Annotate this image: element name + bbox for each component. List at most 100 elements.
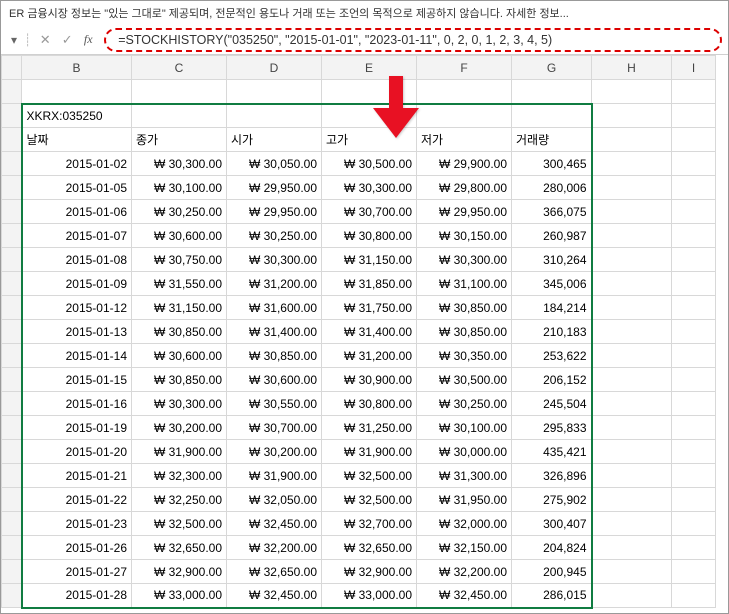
cell[interactable] <box>592 176 672 200</box>
ticker-cell[interactable]: XKRX:035250 <box>22 104 132 128</box>
cell[interactable] <box>417 80 512 104</box>
cell-date[interactable]: 2015-01-09 <box>22 272 132 296</box>
table-row[interactable]: 2015-01-23₩ 32,500.00₩ 32,450.00₩ 32,700… <box>2 512 716 536</box>
cell[interactable] <box>592 392 672 416</box>
cell-open[interactable]: ₩ 32,650.00 <box>227 560 322 584</box>
cell[interactable] <box>592 584 672 608</box>
table-row[interactable]: 2015-01-13₩ 30,850.00₩ 31,400.00₩ 31,400… <box>2 320 716 344</box>
cell-high[interactable]: ₩ 30,300.00 <box>322 176 417 200</box>
cell-low[interactable]: ₩ 29,800.00 <box>417 176 512 200</box>
cell-open[interactable]: ₩ 32,450.00 <box>227 584 322 608</box>
cell-high[interactable]: ₩ 31,750.00 <box>322 296 417 320</box>
cell-date[interactable]: 2015-01-14 <box>22 344 132 368</box>
cell-volume[interactable]: 204,824 <box>512 536 592 560</box>
cell-low[interactable]: ₩ 30,500.00 <box>417 368 512 392</box>
cell[interactable] <box>672 584 716 608</box>
cell[interactable] <box>672 104 716 128</box>
cell-date[interactable]: 2015-01-05 <box>22 176 132 200</box>
cell-low[interactable]: ₩ 31,950.00 <box>417 488 512 512</box>
cell-high[interactable]: ₩ 31,250.00 <box>322 416 417 440</box>
cell-volume[interactable]: 245,504 <box>512 392 592 416</box>
cell-volume[interactable]: 253,622 <box>512 344 592 368</box>
cell[interactable] <box>132 104 227 128</box>
cell-open[interactable]: ₩ 30,200.00 <box>227 440 322 464</box>
cell-high[interactable]: ₩ 32,700.00 <box>322 512 417 536</box>
cell[interactable] <box>672 80 716 104</box>
table-row[interactable]: 2015-01-21₩ 32,300.00₩ 31,900.00₩ 32,500… <box>2 464 716 488</box>
cell-close[interactable]: ₩ 30,300.00 <box>132 392 227 416</box>
cell-close[interactable]: ₩ 31,900.00 <box>132 440 227 464</box>
cell-open[interactable]: ₩ 29,950.00 <box>227 176 322 200</box>
cell-close[interactable]: ₩ 32,500.00 <box>132 512 227 536</box>
table-row[interactable]: 2015-01-28₩ 33,000.00₩ 32,450.00₩ 33,000… <box>2 584 716 608</box>
column-header-row[interactable]: B C D E F G H I <box>2 56 716 80</box>
row-header[interactable] <box>2 176 22 200</box>
table-row[interactable]: 2015-01-07₩ 30,600.00₩ 30,250.00₩ 30,800… <box>2 224 716 248</box>
cell-open[interactable]: ₩ 30,300.00 <box>227 248 322 272</box>
cell-date[interactable]: 2015-01-23 <box>22 512 132 536</box>
cell[interactable] <box>227 104 322 128</box>
cell-date[interactable]: 2015-01-19 <box>22 416 132 440</box>
cell-date[interactable]: 2015-01-28 <box>22 584 132 608</box>
row-header[interactable] <box>2 464 22 488</box>
cell-close[interactable]: ₩ 32,900.00 <box>132 560 227 584</box>
cell[interactable] <box>672 536 716 560</box>
header-volume[interactable]: 거래량 <box>512 128 592 152</box>
cell-close[interactable]: ₩ 33,000.00 <box>132 584 227 608</box>
cell[interactable] <box>672 176 716 200</box>
cell-open[interactable]: ₩ 32,200.00 <box>227 536 322 560</box>
table-row[interactable]: 2015-01-02₩ 30,300.00₩ 30,050.00₩ 30,500… <box>2 152 716 176</box>
cell[interactable] <box>672 224 716 248</box>
cell-close[interactable]: ₩ 30,600.00 <box>132 344 227 368</box>
cell-close[interactable]: ₩ 32,650.00 <box>132 536 227 560</box>
cell-low[interactable]: ₩ 30,150.00 <box>417 224 512 248</box>
cell-close[interactable]: ₩ 30,300.00 <box>132 152 227 176</box>
cell-close[interactable]: ₩ 30,200.00 <box>132 416 227 440</box>
cell-close[interactable]: ₩ 31,150.00 <box>132 296 227 320</box>
cell-close[interactable]: ₩ 30,600.00 <box>132 224 227 248</box>
select-all-corner[interactable] <box>2 56 22 80</box>
table-row[interactable]: 2015-01-15₩ 30,850.00₩ 30,600.00₩ 30,900… <box>2 368 716 392</box>
cell-low[interactable]: ₩ 31,300.00 <box>417 464 512 488</box>
row-header[interactable] <box>2 224 22 248</box>
col-header[interactable]: B <box>22 56 132 80</box>
cell-low[interactable]: ₩ 30,250.00 <box>417 392 512 416</box>
cell[interactable] <box>592 152 672 176</box>
cell[interactable] <box>672 344 716 368</box>
row-header[interactable] <box>2 80 22 104</box>
cell-high[interactable]: ₩ 32,500.00 <box>322 488 417 512</box>
row-header[interactable] <box>2 536 22 560</box>
cell-open[interactable]: ₩ 31,600.00 <box>227 296 322 320</box>
cell-volume[interactable]: 260,987 <box>512 224 592 248</box>
cell[interactable] <box>672 440 716 464</box>
cell[interactable] <box>672 416 716 440</box>
cell[interactable] <box>592 440 672 464</box>
cell[interactable] <box>512 80 592 104</box>
cell-high[interactable]: ₩ 32,900.00 <box>322 560 417 584</box>
cell[interactable] <box>672 248 716 272</box>
cell-date[interactable]: 2015-01-06 <box>22 200 132 224</box>
cell-date[interactable]: 2015-01-16 <box>22 392 132 416</box>
cell[interactable] <box>672 200 716 224</box>
row-header[interactable] <box>2 416 22 440</box>
col-header[interactable]: C <box>132 56 227 80</box>
header-close[interactable]: 종가 <box>132 128 227 152</box>
row-header[interactable] <box>2 320 22 344</box>
row-header[interactable] <box>2 128 22 152</box>
cell-volume[interactable]: 184,214 <box>512 296 592 320</box>
cell-open[interactable]: ₩ 30,600.00 <box>227 368 322 392</box>
cell-high[interactable]: ₩ 31,150.00 <box>322 248 417 272</box>
cell-volume[interactable]: 326,896 <box>512 464 592 488</box>
cell-close[interactable]: ₩ 30,100.00 <box>132 176 227 200</box>
cell-volume[interactable]: 200,945 <box>512 560 592 584</box>
cell-date[interactable]: 2015-01-08 <box>22 248 132 272</box>
row-header[interactable] <box>2 200 22 224</box>
cell-open[interactable]: ₩ 31,400.00 <box>227 320 322 344</box>
cell[interactable] <box>672 128 716 152</box>
namebox-dropdown-icon[interactable]: ▾ <box>7 33 21 47</box>
col-header[interactable]: H <box>592 56 672 80</box>
cell-open[interactable]: ₩ 31,200.00 <box>227 272 322 296</box>
cell-volume[interactable]: 300,465 <box>512 152 592 176</box>
cell-high[interactable]: ₩ 30,900.00 <box>322 368 417 392</box>
cell-high[interactable]: ₩ 33,000.00 <box>322 584 417 608</box>
